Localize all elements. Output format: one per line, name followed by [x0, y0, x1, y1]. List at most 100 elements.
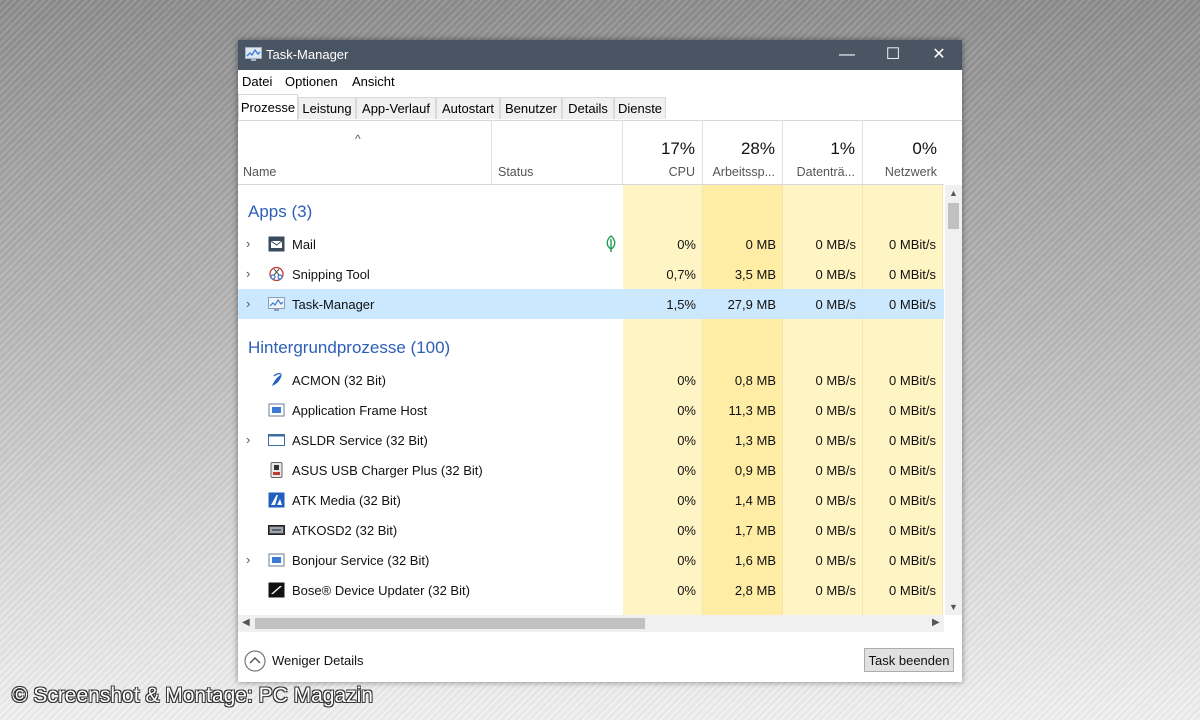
horizontal-scroll-thumb[interactable]	[255, 618, 645, 629]
memory-value: 3,5 MB	[734, 267, 776, 282]
end-task-button[interactable]: Task beenden	[864, 648, 954, 672]
tab-benutzer[interactable]: Benutzer	[500, 97, 562, 119]
maximize-button[interactable]: ☐	[870, 40, 916, 70]
disk-value: 0 MB/s	[815, 583, 856, 598]
network-value: 0 MBit/s	[889, 403, 936, 418]
menu-bar: Datei Optionen Ansicht	[238, 70, 962, 92]
process-row-atkosd2[interactable]: ATKOSD2 (32 Bit) 0% 1,7 MB 0 MB/s 0 MBit…	[238, 515, 944, 545]
column-header-network[interactable]: 0% Netzwerk	[863, 120, 944, 184]
process-row-application-frame-host[interactable]: Application Frame Host 0% 11,3 MB 0 MB/s…	[238, 395, 944, 425]
tab-app-verlauf[interactable]: App-Verlauf	[356, 97, 436, 119]
column-header-status[interactable]: Status	[492, 120, 623, 184]
memory-value: 11,3 MB	[728, 403, 776, 418]
process-name: ATK Media (32 Bit)	[292, 493, 401, 508]
copyright-watermark: © Screenshot & Montage: PC Magazin	[12, 684, 373, 707]
network-value: 0 MBit/s	[889, 463, 936, 478]
process-name: ASUS USB Charger Plus (32 Bit)	[292, 463, 483, 478]
expand-chevron-icon[interactable]: ›	[246, 266, 250, 281]
footer-bar: Weniger Details Task beenden	[238, 640, 962, 682]
expand-chevron-icon[interactable]: ›	[246, 552, 250, 567]
disk-total-percent: 1%	[830, 139, 855, 158]
network-value: 0 MBit/s	[889, 493, 936, 508]
minimize-button[interactable]: —	[824, 40, 870, 70]
scroll-down-icon[interactable]: ▼	[945, 602, 962, 612]
fewer-details-link[interactable]: Weniger Details	[272, 653, 364, 668]
memory-value: 1,4 MB	[734, 493, 776, 508]
mail-icon	[268, 236, 285, 252]
column-label-disk: Datenträ...	[796, 165, 855, 179]
column-header-disk[interactable]: 1% Datenträ...	[783, 120, 863, 184]
group-header-background[interactable]: Hintergrundprozesse (100)	[238, 321, 944, 365]
memory-value: 1,3 MB	[734, 433, 776, 448]
bose-icon	[268, 582, 285, 598]
tab-prozesse[interactable]: Prozesse	[238, 94, 298, 120]
cpu-value: 0%	[677, 553, 696, 568]
disk-value: 0 MB/s	[815, 553, 856, 568]
process-row-mail[interactable]: › Mail 0% 0 MB 0 MB/s 0 MBit/s	[238, 229, 944, 259]
tab-leistung[interactable]: Leistung	[298, 97, 356, 119]
tab-dienste[interactable]: Dienste	[614, 97, 666, 119]
horizontal-scrollbar[interactable]: ◀ ▶	[238, 615, 944, 632]
app-frame-icon	[268, 403, 285, 417]
process-row-bose-updater[interactable]: Bose® Device Updater (32 Bit) 0% 2,8 MB …	[238, 575, 944, 605]
process-row-atk-media[interactable]: ATK Media (32 Bit) 0% 1,4 MB 0 MB/s 0 MB…	[238, 485, 944, 515]
process-name: Bonjour Service (32 Bit)	[292, 553, 430, 568]
task-manager-icon	[268, 297, 285, 311]
process-row-snipping-tool[interactable]: › Snipping Tool 0,7% 3,5 MB 0 MB/s 0 MBi…	[238, 259, 944, 289]
process-name: Application Frame Host	[292, 403, 428, 418]
menu-optionen[interactable]: Optionen	[285, 74, 338, 89]
cpu-value: 0%	[677, 373, 696, 388]
network-value: 0 MBit/s	[889, 583, 936, 598]
process-name: ATKOSD2 (32 Bit)	[292, 523, 398, 538]
memory-value: 0 MB	[745, 237, 776, 252]
scroll-up-icon[interactable]: ▲	[945, 188, 962, 198]
close-button[interactable]: ✕	[916, 40, 962, 70]
vertical-scroll-thumb[interactable]	[948, 203, 959, 229]
memory-total-percent: 28%	[740, 139, 775, 158]
group-label-apps: Apps (3)	[248, 202, 313, 221]
disk-value: 0 MB/s	[815, 373, 856, 388]
process-row-task-manager[interactable]: › Task-Manager 1,5% 27,9 MB 0 MB/s 0 MBi…	[238, 289, 944, 319]
disk-value: 0 MB/s	[815, 237, 856, 252]
column-header-cpu[interactable]: 17% CPU	[623, 120, 703, 184]
menu-datei[interactable]: Datei	[242, 74, 272, 89]
process-row-acmon[interactable]: ACMON (32 Bit) 0% 0,8 MB 0 MB/s 0 MBit/s	[238, 365, 944, 395]
process-list: Apps (3) › Mail 0% 0 MB 0 MB/s 0 MBit/s …	[238, 185, 944, 615]
cpu-value: 0,7%	[666, 267, 696, 282]
title-bar[interactable]: Task-Manager — ☐ ✕	[238, 40, 962, 70]
service-icon	[268, 553, 285, 567]
column-header-name[interactable]: ^ Name	[238, 120, 492, 184]
disk-value: 0 MB/s	[815, 267, 856, 282]
network-value: 0 MBit/s	[889, 433, 936, 448]
process-row-asus-usb-charger[interactable]: ASUS USB Charger Plus (32 Bit) 0% 0,9 MB…	[238, 455, 944, 485]
window-icon	[268, 434, 285, 446]
process-name: Bose® Device Updater (32 Bit)	[292, 583, 470, 598]
group-header-apps[interactable]: Apps (3)	[238, 185, 944, 229]
expand-chevron-icon[interactable]: ›	[246, 236, 250, 251]
snipping-tool-icon	[269, 266, 284, 282]
process-name: ACMON (32 Bit)	[292, 373, 386, 388]
cpu-value: 0%	[677, 493, 696, 508]
tab-autostart[interactable]: Autostart	[436, 97, 500, 119]
window-title: Task-Manager	[266, 47, 349, 62]
expand-chevron-icon[interactable]: ›	[246, 432, 250, 447]
process-row-asldr-service[interactable]: › ASLDR Service (32 Bit) 0% 1,3 MB 0 MB/…	[238, 425, 944, 455]
scroll-left-icon[interactable]: ◀	[242, 617, 250, 628]
vertical-scrollbar[interactable]: ▲ ▼	[945, 185, 962, 615]
column-label-network: Netzwerk	[884, 165, 937, 179]
cpu-value: 1,5%	[666, 297, 696, 312]
tab-details[interactable]: Details	[562, 97, 614, 119]
cpu-total-percent: 17%	[660, 139, 695, 158]
process-name: Snipping Tool	[292, 267, 370, 282]
process-row-bonjour-service[interactable]: › Bonjour Service (32 Bit) 0% 1,6 MB 0 M…	[238, 545, 944, 575]
acmon-icon	[272, 372, 282, 386]
menu-ansicht[interactable]: Ansicht	[352, 74, 395, 89]
expand-chevron-icon[interactable]: ›	[246, 296, 250, 311]
disk-value: 0 MB/s	[815, 463, 856, 478]
collapse-circle-icon[interactable]	[244, 650, 266, 672]
task-manager-app-icon	[245, 47, 262, 61]
column-header-memory[interactable]: 28% Arbeitssp...	[703, 120, 783, 184]
memory-value: 1,6 MB	[734, 553, 776, 568]
cpu-value: 0%	[677, 583, 696, 598]
scroll-right-icon[interactable]: ▶	[932, 617, 940, 628]
